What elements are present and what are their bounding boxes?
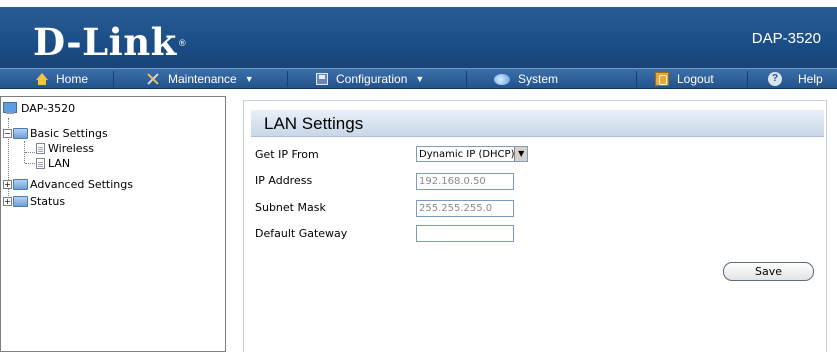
system-icon bbox=[494, 73, 510, 85]
help-icon: ? bbox=[768, 72, 782, 86]
ip-address-label: IP Address bbox=[255, 174, 313, 187]
page-title: LAN Settings bbox=[251, 109, 824, 137]
menu-home-label: Home bbox=[56, 72, 89, 86]
logout-icon bbox=[655, 72, 669, 86]
menu-maintenance-label: Maintenance bbox=[168, 72, 237, 86]
menu-configuration-label: Configuration bbox=[336, 72, 408, 86]
home-icon bbox=[36, 72, 48, 85]
tree-item-lan[interactable]: LAN bbox=[36, 156, 70, 171]
tree-item-advanced-settings[interactable]: + Advanced Settings bbox=[3, 177, 133, 192]
tree-item-lan-label: LAN bbox=[48, 157, 71, 170]
menu-separator bbox=[113, 71, 114, 87]
tree-item-wireless[interactable]: Wireless bbox=[36, 141, 94, 156]
default-gateway-field[interactable] bbox=[416, 225, 514, 242]
menu-configuration[interactable]: Configuration ▼ bbox=[316, 69, 424, 89]
collapse-icon[interactable]: − bbox=[3, 129, 12, 138]
header-banner: D-Link® DAP-3520 bbox=[0, 0, 837, 68]
tree-item-basic-settings[interactable]: − Basic Settings bbox=[3, 126, 108, 141]
menu-separator bbox=[747, 71, 748, 87]
menu-system-label: System bbox=[518, 72, 559, 86]
get-ip-from-select[interactable]: Dynamic IP (DHCP) ▼ bbox=[416, 146, 528, 162]
page-icon bbox=[36, 143, 45, 154]
configuration-icon bbox=[316, 73, 328, 85]
subnet-mask-label: Subnet Mask bbox=[255, 201, 326, 214]
chevron-down-icon[interactable]: ▼ bbox=[514, 147, 527, 161]
navigation-tree: DAP-3520 − Basic Settings Wireless LAN +… bbox=[0, 96, 226, 352]
get-ip-from-label: Get IP From bbox=[255, 148, 319, 161]
tree-item-advanced-settings-label: Advanced Settings bbox=[30, 178, 133, 191]
tree-connector bbox=[25, 163, 35, 164]
registered-mark: ® bbox=[177, 39, 188, 49]
subnet-mask-field[interactable]: 255.255.255.0 bbox=[416, 200, 514, 217]
computer-icon bbox=[3, 102, 18, 115]
menu-help-label: Help bbox=[798, 72, 823, 86]
page-icon bbox=[36, 158, 45, 169]
menu-separator bbox=[466, 71, 467, 87]
menu-logout-label: Logout bbox=[677, 72, 714, 86]
folder-icon bbox=[13, 179, 28, 190]
save-button[interactable]: Save bbox=[723, 262, 814, 281]
menu-home[interactable]: Home bbox=[36, 69, 88, 89]
folder-icon bbox=[13, 128, 28, 139]
menu-logout[interactable]: Logout bbox=[655, 69, 714, 89]
chevron-down-icon: ▼ bbox=[244, 74, 254, 84]
menu-bar: Home Maintenance ▼ Configuration ▼ Syste… bbox=[0, 68, 837, 89]
menu-help[interactable]: ? Help bbox=[768, 69, 823, 89]
tree-item-device-label: DAP-3520 bbox=[21, 102, 76, 115]
model-name: DAP-3520 bbox=[751, 30, 821, 47]
tools-icon bbox=[146, 72, 160, 86]
menu-system[interactable]: System bbox=[494, 69, 558, 89]
folder-icon bbox=[13, 196, 28, 207]
menu-separator bbox=[636, 71, 637, 87]
get-ip-from-value: Dynamic IP (DHCP) bbox=[419, 148, 515, 160]
lan-settings-panel: LAN Settings bbox=[243, 100, 827, 352]
menu-separator bbox=[287, 71, 288, 87]
dlink-logo: D-Link® bbox=[33, 20, 188, 64]
expand-icon[interactable]: + bbox=[3, 197, 12, 206]
tree-item-device[interactable]: DAP-3520 bbox=[3, 101, 75, 116]
chevron-down-icon: ▼ bbox=[415, 74, 425, 84]
expand-icon[interactable]: + bbox=[3, 180, 12, 189]
tree-connector bbox=[25, 152, 35, 153]
tree-item-status-label: Status bbox=[30, 195, 66, 208]
ip-address-field[interactable]: 192.168.0.50 bbox=[416, 173, 514, 190]
tree-item-wireless-label: Wireless bbox=[48, 142, 95, 155]
tree-item-status[interactable]: + Status bbox=[3, 194, 65, 209]
default-gateway-label: Default Gateway bbox=[255, 227, 348, 240]
menu-maintenance[interactable]: Maintenance ▼ bbox=[146, 69, 254, 89]
tree-item-basic-settings-label: Basic Settings bbox=[30, 127, 108, 140]
